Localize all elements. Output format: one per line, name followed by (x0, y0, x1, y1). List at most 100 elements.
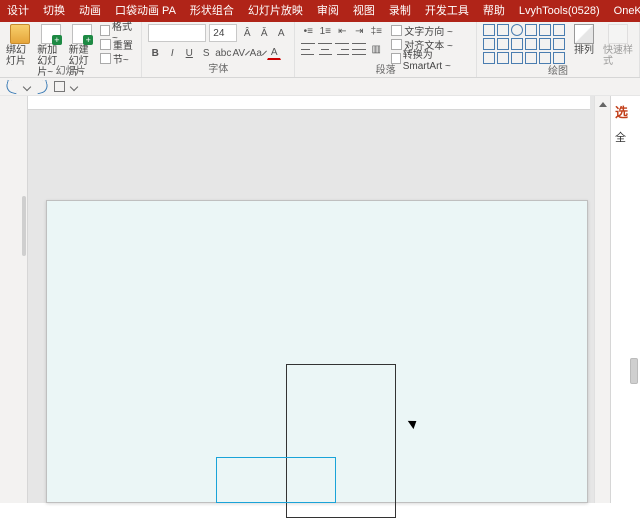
scroll-up-icon[interactable] (595, 96, 611, 112)
shape-icon[interactable] (539, 24, 551, 36)
tab-slideshow[interactable]: 幻灯片放映 (241, 0, 310, 22)
new-slide-icon (41, 24, 61, 44)
tab-design[interactable]: 设计 (0, 0, 36, 22)
selection-pane: 选 全 (610, 96, 640, 503)
quick-access-toolbar (0, 78, 640, 96)
selection-pane-all[interactable]: 全 (615, 129, 636, 145)
shape-connector-icon[interactable] (511, 38, 523, 50)
bullets-icon[interactable]: •≡ (301, 24, 315, 38)
arrange-icon (574, 24, 594, 44)
reset-option[interactable]: 重置 (100, 38, 135, 51)
line-spacing-icon[interactable]: ‡≡ (369, 24, 383, 38)
tab-lvyhtools[interactable]: LvyhTools(0528) (512, 0, 607, 22)
shape-icon[interactable] (539, 38, 551, 50)
shape-star-icon[interactable] (511, 52, 523, 64)
underline-icon[interactable]: U (182, 46, 196, 60)
undo-icon[interactable] (5, 79, 20, 94)
paste-label: 绑幻灯片 (6, 45, 33, 67)
selection-pane-title: 选 (615, 102, 636, 121)
undo-dropdown-icon[interactable] (23, 82, 31, 90)
ribbon-tabs: 设计 切换 动画 口袋动画 PA 形状组合 幻灯片放映 审阅 视图 录制 开发工… (0, 0, 640, 22)
section-option[interactable]: 节~ (100, 52, 135, 65)
tab-review[interactable]: 审阅 (310, 0, 346, 22)
shape-icon[interactable] (553, 38, 565, 50)
align-left-icon[interactable] (301, 43, 315, 55)
paste-button[interactable]: 绑幻灯片 (6, 24, 33, 67)
tab-dev-tools[interactable]: 开发工具 (418, 0, 476, 22)
thumbnail-pane[interactable] (0, 96, 28, 503)
group-label-drawing: 绘图 (548, 66, 568, 78)
shape-more-icon[interactable] (553, 52, 565, 64)
group-label-paragraph: 段落 (376, 65, 396, 77)
thumbnail-scrollbar[interactable] (22, 196, 26, 256)
numbering-icon[interactable]: 1≡ (318, 24, 332, 38)
strike-icon[interactable]: S (199, 46, 213, 60)
arrange-label: 排列 (574, 45, 594, 56)
shape-icon[interactable] (525, 38, 537, 50)
indent-left-icon[interactable]: ⇤ (335, 24, 349, 38)
shape-icon[interactable] (539, 52, 551, 64)
shape-arrow-icon[interactable] (525, 24, 537, 36)
arrange-button[interactable]: 排列 (569, 24, 599, 56)
side-panel-scrollbar[interactable] (630, 358, 638, 384)
decrease-font-icon[interactable]: Ǎ (257, 26, 271, 40)
layout-option[interactable]: 格式~ (100, 24, 135, 37)
reset-icon (100, 39, 111, 50)
shape-icon[interactable] (525, 52, 537, 64)
smartart-option[interactable]: 转换为 SmartArt ~ (391, 52, 470, 65)
smartart-icon (391, 53, 400, 64)
shape-line-icon[interactable] (497, 38, 509, 50)
align-text-icon (391, 39, 402, 50)
text-direction-option[interactable]: 文字方向 ~ (391, 24, 470, 37)
align-justify-icon[interactable] (352, 43, 366, 55)
ruler-horizontal (28, 96, 590, 110)
tab-onekey[interactable]: OneKey Lite (607, 0, 640, 22)
spacing-icon[interactable]: AV (233, 46, 247, 60)
start-from-beginning-icon[interactable] (54, 81, 65, 92)
bold-icon[interactable]: B (148, 46, 162, 60)
tab-record[interactable]: 录制 (382, 0, 418, 22)
shape-icon[interactable] (553, 24, 565, 36)
rectangle-shape-blue[interactable] (216, 457, 336, 503)
chevron-down-icon (262, 51, 267, 56)
shape-line-icon[interactable] (483, 38, 495, 50)
redo-icon[interactable] (35, 79, 50, 94)
tab-animation[interactable]: 动画 (72, 0, 108, 22)
shape-rect-icon[interactable] (497, 24, 509, 36)
italic-icon[interactable]: I (165, 46, 179, 60)
align-right-icon[interactable] (335, 43, 349, 55)
quick-styles-icon (608, 24, 628, 44)
edit-area (0, 96, 610, 503)
group-clipboard-slides: 绑幻灯片 新加 幻灯片~ 新建 幻灯片~ 格式~ 重置 节~ 幻灯片 (0, 22, 142, 77)
shadow-icon[interactable]: abc (216, 46, 230, 60)
increase-font-icon[interactable]: Â (240, 26, 254, 40)
new-slide-icon-2 (72, 24, 92, 44)
tab-transition[interactable]: 切换 (36, 0, 72, 22)
tab-help[interactable]: 帮助 (476, 0, 512, 22)
quick-styles-label: 快速样式 (603, 45, 633, 67)
font-size-select[interactable]: 24 (209, 24, 237, 42)
shapes-gallery[interactable] (483, 24, 565, 64)
shape-rect-icon[interactable] (483, 24, 495, 36)
section-icon (100, 53, 111, 64)
columns-icon[interactable]: ▥ (369, 42, 383, 56)
case-icon[interactable]: Aa (250, 46, 264, 60)
clear-format-icon[interactable]: A (274, 26, 288, 40)
group-drawing: 排列 快速样式 绘图 (477, 22, 640, 77)
shape-brace-icon[interactable] (497, 52, 509, 64)
ribbon: 绑幻灯片 新加 幻灯片~ 新建 幻灯片~ 格式~ 重置 节~ 幻灯片 24 Â (0, 22, 640, 78)
tab-view[interactable]: 视图 (346, 0, 382, 22)
qat-more-icon[interactable] (70, 82, 78, 90)
shape-oval-icon[interactable] (511, 24, 523, 36)
font-family-select[interactable] (148, 24, 206, 42)
align-center-icon[interactable] (318, 43, 332, 55)
tab-shape-combo[interactable]: 形状组合 (183, 0, 241, 22)
group-label-font: 字体 (208, 64, 228, 76)
quick-styles-button[interactable]: 快速样式 (603, 24, 633, 67)
group-font: 24 Â Ǎ A B I U S abc AV Aa A 字体 (142, 22, 295, 77)
vertical-scrollbar[interactable] (594, 96, 610, 503)
shape-brace-icon[interactable] (483, 52, 495, 64)
layout-icon (100, 25, 110, 36)
indent-right-icon[interactable]: ⇥ (352, 24, 366, 38)
font-color-icon[interactable]: A (267, 46, 281, 60)
